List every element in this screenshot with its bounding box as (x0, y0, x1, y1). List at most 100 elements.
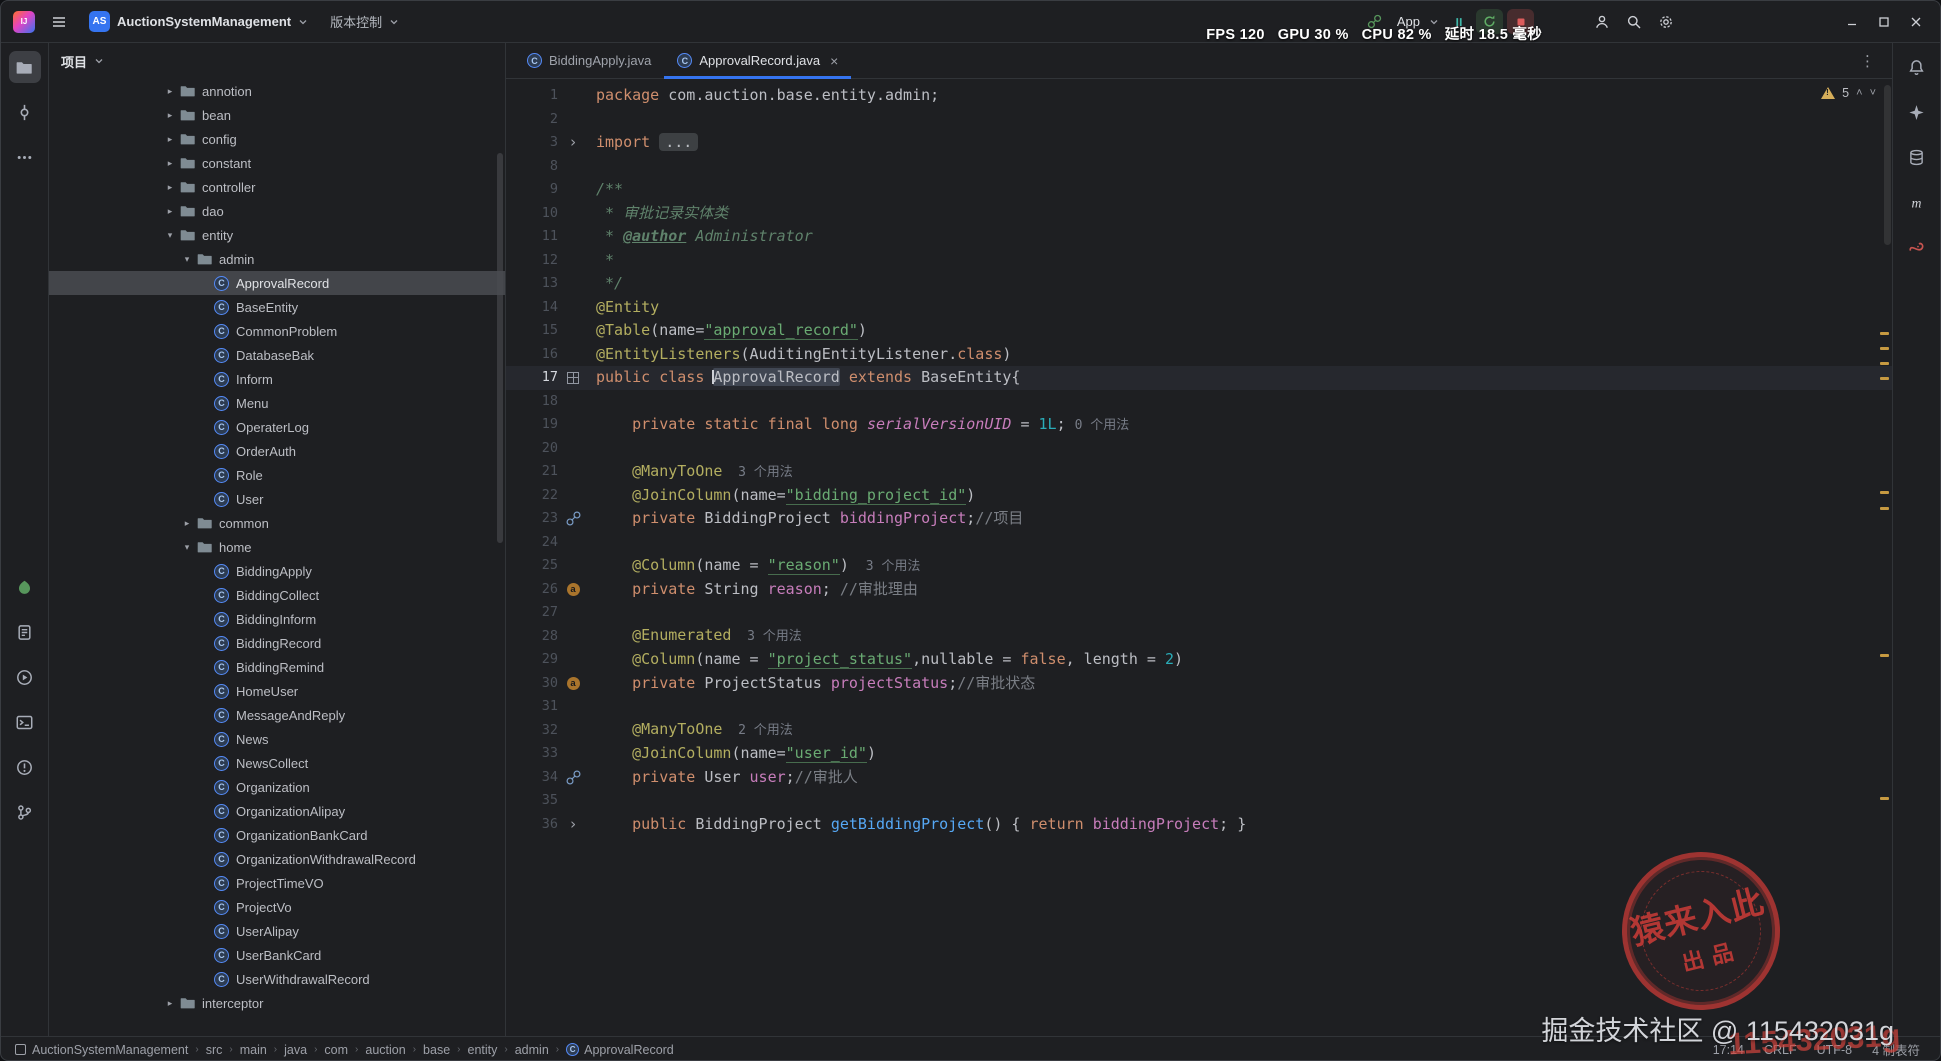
tree-item-UserWithdrawalRecord[interactable]: C UserWithdrawalRecord (49, 967, 505, 991)
tree-scrollbar[interactable] (497, 153, 503, 543)
code-line-27[interactable]: 27 (506, 601, 1892, 625)
warning-stripe-mark[interactable] (1880, 491, 1889, 494)
commit-icon[interactable] (9, 96, 41, 128)
warning-stripe-mark[interactable] (1880, 332, 1889, 335)
line-number[interactable]: 22 (506, 484, 558, 508)
breadcrumb-src[interactable]: src (206, 1043, 223, 1057)
line-number[interactable]: 27 (506, 601, 558, 625)
line-number[interactable]: 10 (506, 202, 558, 226)
code-line-13[interactable]: 13 */ (506, 272, 1892, 296)
tree-item-User[interactable]: C User (49, 487, 505, 511)
tree-item-admin[interactable]: ▾ admin (49, 247, 505, 271)
problems-icon[interactable] (9, 751, 41, 783)
line-number[interactable]: 28 (506, 625, 558, 649)
code-line-2[interactable]: 2 (506, 108, 1892, 132)
tree-chevron-icon[interactable]: ▾ (161, 230, 179, 241)
line-number[interactable]: 23 (506, 507, 558, 531)
tree-item-CommonProblem[interactable]: C CommonProblem (49, 319, 505, 343)
jpa-relation-icon[interactable] (566, 770, 581, 785)
line-number[interactable]: 31 (506, 695, 558, 719)
tree-item-ProjectVo[interactable]: C ProjectVo (49, 895, 505, 919)
code-line-11[interactable]: 11 * @author Administrator (506, 225, 1892, 249)
tree-item-OrderAuth[interactable]: C OrderAuth (49, 439, 505, 463)
close-icon[interactable] (1902, 8, 1930, 36)
warning-stripe-mark[interactable] (1880, 797, 1889, 800)
tree-item-controller[interactable]: ▸ controller (49, 175, 505, 199)
line-number[interactable]: 18 (506, 390, 558, 414)
code-line-17[interactable]: 17 public class ApprovalRecord extends Ba… (506, 366, 1892, 390)
tree-item-BiddingRecord[interactable]: C BiddingRecord (49, 631, 505, 655)
tree-chevron-icon[interactable]: ▸ (161, 998, 179, 1009)
line-number[interactable]: 26 (506, 578, 558, 602)
code-line-32[interactable]: 32 @ManyToOne 2 个用法 (506, 719, 1892, 743)
git-icon[interactable] (9, 796, 41, 828)
tree-item-BiddingCollect[interactable]: C BiddingCollect (49, 583, 505, 607)
line-number[interactable]: 32 (506, 719, 558, 743)
line-number[interactable]: 14 (506, 296, 558, 320)
line-number[interactable]: 36 (506, 813, 558, 837)
code-line-22[interactable]: 22 @JoinColumn(name="bidding_project_id"… (506, 484, 1892, 508)
line-number[interactable]: 35 (506, 789, 558, 813)
tree-item-entity[interactable]: ▾ entity (49, 223, 505, 247)
code-line-31[interactable]: 31 (506, 695, 1892, 719)
jpa-column-icon[interactable]: a (566, 676, 580, 690)
tab-BiddingApply.java[interactable]: C BiddingApply.java (514, 43, 664, 78)
breadcrumb-AuctionSystemManagement[interactable]: AuctionSystemManagement (15, 1043, 188, 1057)
maximize-icon[interactable] (1870, 8, 1898, 36)
settings-gear-icon[interactable] (1652, 8, 1680, 36)
line-number[interactable]: 15 (506, 319, 558, 343)
code-line-10[interactable]: 10 * 审批记录实体类 (506, 202, 1892, 226)
tree-chevron-icon[interactable]: ▸ (161, 134, 179, 145)
run-icon[interactable] (9, 661, 41, 693)
warning-stripe-mark[interactable] (1880, 362, 1889, 365)
tree-item-OrganizationAlipay[interactable]: C OrganizationAlipay (49, 799, 505, 823)
code-line-35[interactable]: 35 (506, 789, 1892, 813)
code-line-18[interactable]: 18 (506, 390, 1892, 414)
breadcrumb-java[interactable]: java (284, 1043, 307, 1057)
main-menu-icon[interactable] (45, 8, 73, 36)
tree-chevron-icon[interactable]: ▾ (178, 254, 196, 265)
inspections-widget[interactable]: 5 ˄ ˅ (1821, 86, 1876, 100)
line-number[interactable]: 3 (506, 131, 558, 155)
tree-chevron-icon[interactable]: ▸ (178, 518, 196, 529)
chevron-down-icon[interactable] (94, 56, 104, 66)
code-line-9[interactable]: 9 /** (506, 178, 1892, 202)
tree-item-BiddingRemind[interactable]: C BiddingRemind (49, 655, 505, 679)
code-line-21[interactable]: 21 @ManyToOne 3 个用法 (506, 460, 1892, 484)
line-number[interactable]: 8 (506, 155, 558, 179)
fold-chevron-icon[interactable]: › (568, 135, 577, 150)
account-icon[interactable] (1588, 8, 1616, 36)
code-line-8[interactable]: 8 (506, 155, 1892, 179)
tree-item-News[interactable]: C News (49, 727, 505, 751)
tree-item-bean[interactable]: ▸ bean (49, 103, 505, 127)
project-widget[interactable]: AS AuctionSystemManagement (83, 7, 314, 36)
warning-stripe-mark[interactable] (1880, 654, 1889, 657)
code-line-19[interactable]: 19 private static final long serialVersi… (506, 413, 1892, 437)
code-line-14[interactable]: 14 @Entity (506, 296, 1892, 320)
breadcrumb-auction[interactable]: auction (365, 1043, 405, 1057)
breadcrumb-main[interactable]: main (240, 1043, 267, 1057)
tree-item-BiddingApply[interactable]: C BiddingApply (49, 559, 505, 583)
warning-stripe-mark[interactable] (1880, 507, 1889, 510)
ai-assistant-icon[interactable] (1901, 96, 1933, 128)
code-line-25[interactable]: 25 @Column(name = "reason") 3 个用法 (506, 554, 1892, 578)
terminal-icon[interactable] (9, 706, 41, 738)
code-line-28[interactable]: 28 @Enumerated 3 个用法 (506, 625, 1892, 649)
maven-icon[interactable]: m (1901, 186, 1933, 218)
tree-item-DatabaseBak[interactable]: C DatabaseBak (49, 343, 505, 367)
vcs-widget[interactable]: 版本控制 (324, 8, 405, 35)
tree-chevron-icon[interactable]: ▸ (161, 86, 179, 97)
line-number[interactable]: 9 (506, 178, 558, 202)
code-line-20[interactable]: 20 (506, 437, 1892, 461)
tree-item-Menu[interactable]: C Menu (49, 391, 505, 415)
breadcrumb-com[interactable]: com (324, 1043, 348, 1057)
line-number[interactable]: 29 (506, 648, 558, 672)
warning-stripe-mark[interactable] (1880, 377, 1889, 380)
tree-chevron-icon[interactable]: ▸ (161, 182, 179, 193)
tree-chevron-icon[interactable]: ▸ (161, 110, 179, 121)
tree-item-MessageAndReply[interactable]: C MessageAndReply (49, 703, 505, 727)
code-line-24[interactable]: 24 (506, 531, 1892, 555)
jpa-column-icon[interactable]: a (566, 582, 580, 596)
line-number[interactable]: 19 (506, 413, 558, 437)
tree-item-dao[interactable]: ▸ dao (49, 199, 505, 223)
